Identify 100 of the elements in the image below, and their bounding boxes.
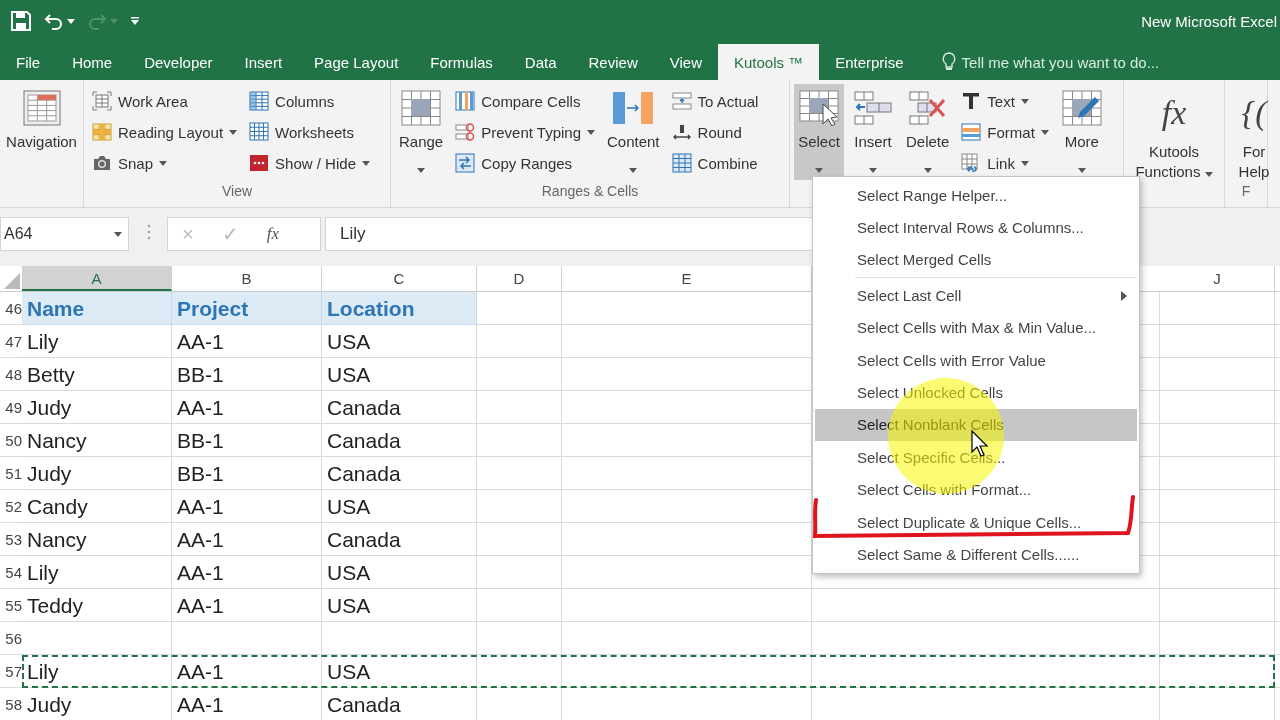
ribbon-tab[interactable]: File	[0, 44, 57, 80]
lightbulb-icon	[941, 52, 956, 72]
ribbon-tab[interactable]: View	[653, 44, 718, 80]
ribbon-button[interactable]: Format	[957, 118, 1053, 146]
columns-icon	[455, 91, 476, 111]
cursor-grid-icon	[799, 90, 839, 126]
ribbon-tab[interactable]: Developer	[128, 44, 229, 80]
table-cell-text: Judy	[26, 692, 73, 718]
caret-icon	[1204, 172, 1213, 178]
grid-icon	[671, 153, 692, 173]
table-cell-text: USA	[326, 593, 372, 619]
table-cell-text: Judy	[26, 395, 73, 421]
camera-icon	[92, 153, 112, 173]
insert-function-button[interactable]: fx	[266, 224, 279, 244]
caret-icon	[1020, 160, 1029, 166]
menu-item[interactable]: Select Interval Rows & Columns...	[815, 211, 1137, 244]
ribbon-button[interactable]: Insert	[848, 84, 898, 180]
table-cell: Project	[172, 292, 322, 325]
ribbon-button[interactable]: Round	[667, 118, 763, 146]
ribbon-button[interactable]: Snap	[88, 149, 242, 177]
table-cell: Location	[322, 292, 477, 325]
ribbon-button[interactable]: fx Kutools Functions	[1128, 84, 1220, 180]
ribbon-button[interactable]: Content	[603, 84, 664, 180]
ribbon-button[interactable]: Delete	[902, 84, 954, 180]
ribbon-button[interactable]: Range	[395, 84, 448, 180]
table-cell-text: Canada	[326, 428, 402, 454]
table-cell-text: USA	[326, 659, 372, 685]
menu-item[interactable]: Select Merged Cells	[815, 243, 1137, 277]
redo-icon	[87, 11, 107, 31]
ribbon-tab[interactable]: Formulas	[414, 44, 509, 80]
function-icon: fx	[1161, 90, 1187, 136]
menu-item[interactable]: Select Range Helper...	[815, 179, 1137, 212]
caret-icon	[923, 168, 932, 174]
grid-icon	[401, 90, 442, 126]
ribbon-tab[interactable]: Enterprise	[819, 44, 920, 80]
table-cell-text: AA-1	[176, 494, 225, 520]
menu-item[interactable]: Select Same & Different Cells......	[815, 538, 1137, 571]
ribbon-button[interactable]: Select	[794, 84, 844, 180]
caret-icon	[815, 168, 823, 174]
caret-icon	[114, 231, 122, 237]
ribbon-tab[interactable]: Page Layout	[298, 44, 415, 80]
table-cell-text: USA	[326, 560, 372, 586]
window-title: New Microsoft Excel	[1141, 12, 1277, 30]
name-box[interactable]: A64	[0, 217, 129, 251]
caret-icon	[1020, 98, 1029, 104]
table-cell-text: Lily	[26, 560, 60, 586]
customize-icon	[130, 16, 140, 26]
table-cell-text: BB-1	[176, 428, 225, 454]
ribbon-button[interactable]: Combine	[667, 149, 763, 177]
ribbon-button[interactable]: Text	[957, 87, 1053, 115]
ribbon-button[interactable]: Compare Cells	[451, 87, 599, 115]
table-cell-text: BB-1	[176, 362, 225, 388]
table-cell-text: Canada	[326, 395, 402, 421]
menu-item[interactable]: Select Cells with Error Value	[815, 343, 1137, 377]
caret-icon	[587, 129, 595, 135]
ribbon-tab[interactable]: Home	[56, 44, 129, 80]
ribbon-tab[interactable]: Kutools ™	[717, 44, 820, 80]
menu-item[interactable]: Select Duplicate & Unique Cells...	[815, 505, 1137, 539]
table-cell-text: Canada	[326, 461, 402, 487]
table-cell-text: AA-1	[176, 659, 225, 685]
table-cell-text: Nancy	[26, 527, 88, 553]
menu-item[interactable]: Select Last Cell	[815, 279, 1137, 312]
rows-icon	[671, 91, 692, 111]
ribbon-button[interactable]: Prevent Typing	[451, 118, 599, 146]
ribbon-tab[interactable]: Insert	[228, 44, 299, 80]
table-cell-text: Betty	[26, 362, 76, 388]
table-cell-text: AA-1	[176, 560, 225, 586]
ribbon-tab[interactable]: Review	[572, 44, 654, 80]
ribbon-button[interactable]: Work Area	[88, 87, 242, 115]
table-cell-text: Canada	[326, 692, 402, 718]
ribbon-button[interactable]: Columns	[245, 87, 374, 115]
grid-icon	[249, 122, 270, 142]
search-field[interactable]: Tell me what you want to do...	[961, 53, 1160, 71]
select-all-icon	[4, 273, 20, 289]
column-header[interactable]: A	[22, 266, 172, 291]
ribbon-button[interactable]: Copy Ranges	[451, 149, 599, 177]
formula-field[interactable]: Lily	[325, 217, 815, 251]
caret-icon	[629, 168, 638, 174]
table-cell-text: AA-1	[176, 593, 225, 619]
table-cell-text: Lily	[26, 329, 60, 355]
caret-icon	[67, 18, 75, 24]
table-cell-text: BB-1	[176, 461, 225, 487]
ribbon-tab[interactable]: Data	[508, 44, 573, 80]
ribbon-button[interactable]: Show / Hide	[245, 149, 374, 177]
ribbon-button[interactable]: {( For Help	[1229, 84, 1279, 180]
ribbon-button[interactable]: Navigation	[4, 84, 79, 180]
columns-icon	[249, 91, 270, 111]
format-icon	[961, 122, 982, 142]
table-cell-text: AA-1	[176, 692, 225, 718]
ribbon-button[interactable]: Worksheets	[245, 118, 374, 146]
save-icon	[10, 10, 32, 32]
menu-item[interactable]: Select Cells with Format...	[815, 473, 1137, 506]
table-cell-text: AA-1	[176, 527, 225, 553]
table-cell-text: Canada	[326, 527, 402, 553]
ribbon-button[interactable]: Reading Layout	[88, 118, 242, 146]
table-cell-text: Nancy	[26, 428, 88, 454]
rows-icon	[455, 122, 476, 142]
delete-icon	[907, 90, 948, 126]
menu-item[interactable]: Select Cells with Max & Min Value...	[815, 311, 1137, 344]
ribbon-button[interactable]: To Actual	[667, 87, 763, 115]
